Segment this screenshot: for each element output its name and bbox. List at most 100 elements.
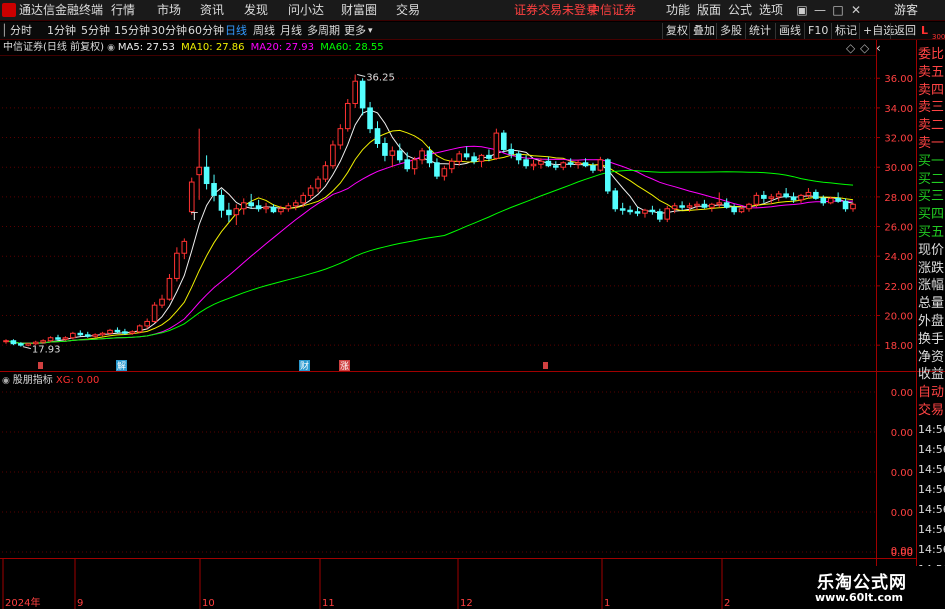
y-tick-label: 26.00: [884, 223, 913, 234]
high-label: 36.25: [366, 73, 395, 84]
candle-body: [456, 153, 463, 162]
side-label[interactable]: 交易: [918, 402, 945, 420]
candle-body: [657, 211, 663, 220]
ma5-line: [5, 109, 854, 344]
candle-body: [374, 128, 381, 144]
candle-body: [805, 191, 812, 196]
watermark-title: 乐淘公式网: [817, 573, 907, 593]
y-tick-label: 24.00: [884, 252, 913, 263]
side-label: 买三: [918, 189, 945, 205]
candle-body: [419, 150, 425, 161]
candle-body: [441, 168, 448, 177]
indicator-name[interactable]: 股朋指标: [13, 375, 53, 386]
candle-body: [144, 320, 150, 327]
side-label: 买四: [918, 207, 945, 223]
ma60-label: MA60: 28.55: [320, 42, 384, 53]
candle-body: [300, 194, 306, 204]
candle-body: [166, 277, 173, 300]
candle-body: [218, 194, 225, 211]
candle-body: [122, 331, 128, 334]
y-tick-label: 30.00: [884, 163, 913, 174]
tick-time: 14:56: [918, 543, 945, 556]
x-tick-label: 2024年: [5, 596, 40, 609]
side-label: 卖四: [918, 82, 945, 98]
ma10-label: MA10: 27.86: [181, 42, 245, 53]
candle-body: [486, 154, 492, 159]
candle-body: [582, 162, 589, 167]
candle-body: [567, 162, 574, 165]
side-label: 外盘: [918, 313, 945, 329]
ma60-line: [5, 169, 854, 344]
side-label[interactable]: 自动: [918, 384, 945, 402]
candle-body: [478, 154, 485, 162]
candle-body: [560, 162, 567, 168]
settings-icon[interactable]: ◇: [846, 41, 855, 55]
candle-body: [40, 340, 46, 343]
candle-body: [307, 187, 314, 196]
candle-body: [263, 206, 269, 210]
side-label: 买二: [918, 171, 945, 187]
candle-body: [515, 153, 522, 161]
candle-body: [344, 102, 351, 130]
candle-body: [337, 128, 344, 146]
x-tick-label: 10: [202, 598, 215, 609]
y-tick-label: 28.00: [884, 193, 913, 204]
event-dot: [38, 362, 43, 369]
candle-body: [255, 205, 262, 210]
candle-body: [590, 165, 596, 171]
low-pointer: [22, 346, 31, 350]
tick-time: 14:56: [918, 503, 945, 516]
x-tick-label: 12: [460, 598, 473, 609]
candle-body: [107, 329, 113, 334]
candle-body: [731, 206, 737, 213]
x-tick-label: 11: [322, 598, 335, 609]
candle-body: [32, 341, 39, 345]
collapse-icon[interactable]: ‹: [876, 41, 881, 55]
y-tick-label: 32.00: [884, 134, 913, 145]
candle-body: [686, 205, 693, 208]
candle-body: [226, 209, 232, 216]
candle-body: [508, 148, 515, 155]
x-tick-label: 1: [604, 598, 610, 609]
candle-body: [716, 202, 723, 205]
candlestick-chart[interactable]: 36.00 34.00 32.00 30.00 28.00 26.00 24.00 22.00…: [0, 0, 945, 609]
indicator-toggle-icon[interactable]: ◉: [2, 376, 13, 386]
side-label: 换手: [918, 331, 945, 347]
candle-body: [285, 205, 292, 210]
candle-body: [530, 163, 537, 167]
t-marker: T: [190, 210, 198, 223]
candle-body: [84, 334, 91, 337]
candle-body: [211, 183, 217, 196]
side-label: 收益: [918, 367, 945, 383]
side-label: 卖一: [918, 135, 945, 151]
candle-body: [738, 208, 745, 213]
candle-body: [471, 156, 477, 162]
candle-body: [389, 150, 396, 156]
candle-body: [642, 209, 648, 214]
candle-body: [723, 202, 730, 208]
chart-legend: 中信证券(日线 前复权) ◉ MA5: 27.53 MA10: 27.86 MA…: [3, 41, 387, 55]
side-label: 买五: [918, 224, 945, 240]
candle-body: [10, 340, 17, 345]
candle-body: [47, 337, 54, 342]
zoom-icon[interactable]: ◇: [860, 41, 869, 55]
candle-body: [25, 343, 32, 346]
candle-body: [545, 160, 552, 167]
candle-body: [411, 159, 418, 170]
candle-body: [62, 337, 69, 340]
legend-toggle-icon[interactable]: ◉: [107, 43, 118, 53]
watermark-url: www.60lt.com: [815, 591, 904, 604]
candle-body: [850, 203, 856, 210]
ma20-line: [5, 145, 854, 344]
x-tick-label: 2: [724, 598, 730, 609]
candle-body: [664, 208, 671, 220]
candle-body: [3, 340, 9, 343]
candle-body: [500, 132, 507, 150]
candle-body: [768, 196, 775, 199]
candle-body: [426, 150, 433, 164]
x-tick-label: 9: [77, 598, 83, 609]
ma20-label: MA20: 27.93: [250, 42, 315, 53]
stock-name: 中信证券(日线 前复权): [3, 42, 104, 53]
indicator-tick-label: 0.00: [891, 468, 913, 479]
indicator-legend: ◉ 股朋指标 XG: 0.00: [2, 374, 99, 388]
